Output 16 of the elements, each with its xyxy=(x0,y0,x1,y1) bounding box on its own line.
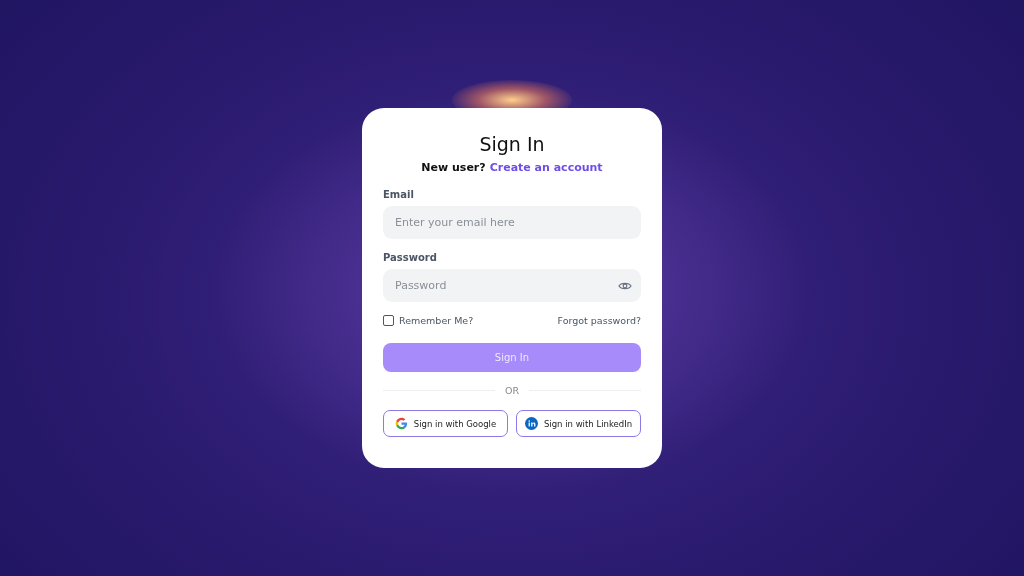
email-field[interactable]: Enter your email here xyxy=(383,206,641,239)
remember-checkbox[interactable] xyxy=(383,315,394,326)
or-divider-text: OR xyxy=(504,385,520,396)
card-title: Sign In xyxy=(478,132,546,157)
remember-label: Remember Me? xyxy=(399,315,474,326)
linkedin-icon xyxy=(524,417,538,430)
forgot-password-link[interactable]: Forgot password? xyxy=(557,315,641,326)
field-label: Password xyxy=(383,252,437,263)
create-account-link[interactable]: Create an account xyxy=(489,161,603,174)
google-sign-in-button[interactable]: Sign in with Google xyxy=(383,410,508,437)
field-label: Email xyxy=(383,189,414,200)
eye-icon[interactable] xyxy=(618,280,632,291)
new-user-text: New user? xyxy=(421,161,486,174)
password-field[interactable]: Password xyxy=(383,269,641,302)
linkedin-sign-in-button[interactable]: Sign in with LinkedIn xyxy=(516,410,641,437)
google-g-icon xyxy=(394,417,408,430)
